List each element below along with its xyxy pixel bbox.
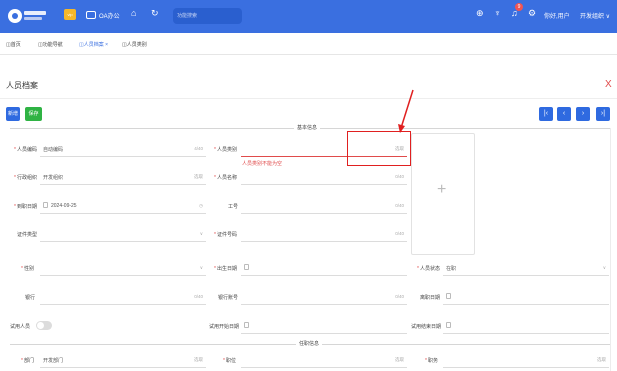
label-admin-org: *行政组织	[14, 175, 37, 181]
monitor-icon[interactable]	[86, 11, 96, 19]
refresh-icon[interactable]: ↻	[151, 8, 159, 19]
post-field[interactable]: 选取	[443, 352, 609, 368]
entry-date-field[interactable]: 2024-09-25 ◷	[40, 198, 206, 214]
label-person-code: *人员编码	[14, 147, 37, 153]
leave-date-field[interactable]	[443, 289, 609, 305]
highlight-box	[347, 131, 411, 166]
photo-upload-box[interactable]: +	[411, 133, 475, 255]
department-field[interactable]: 开发部门 选取	[40, 352, 206, 368]
app-logo-icon[interactable]	[8, 9, 22, 23]
org-switcher[interactable]: 开发组织 ∨	[580, 11, 610, 20]
annotation-arrow-icon	[398, 89, 414, 133]
save-button[interactable]: 保存	[25, 107, 42, 121]
top-navigation-bar: vip OA办公 ⌂ ↻ 功能搜索 ⊕ ♆ ♫ 9 ⚙ 你好,用户 开发组织 ∨	[0, 0, 617, 33]
label-probation: 试用人员	[10, 324, 31, 330]
first-record-button[interactable]: |‹	[539, 107, 553, 121]
label-probation-start: 试用开始日期	[209, 324, 240, 330]
label-id-type: 证件类型	[17, 232, 38, 238]
person-code-field[interactable]: 自动编码 4/40	[40, 141, 206, 157]
page-tabs-bar: ◫首页 ◫功能导航 ◫人员档案 × ◫人员类别	[0, 33, 617, 55]
vip-badge[interactable]: vip	[64, 9, 76, 20]
calendar-icon	[43, 202, 48, 208]
close-page-button[interactable]: X	[605, 79, 612, 90]
label-post: *职务	[425, 358, 438, 364]
gender-select[interactable]: ∨	[40, 260, 206, 276]
label-id-number: *证件号码	[214, 232, 237, 238]
admin-org-field[interactable]: 开发组织 选取	[40, 169, 206, 185]
label-birth-date: *出生日期	[214, 266, 237, 272]
birth-date-field[interactable]	[241, 260, 407, 276]
calendar-icon	[446, 293, 451, 299]
label-position: *职位	[223, 358, 236, 364]
bank-field[interactable]: 0/40	[40, 289, 206, 305]
label-department: *部门	[21, 358, 34, 364]
tab-personnel-files[interactable]: ◫人员档案 ×	[79, 41, 108, 48]
user-greeting[interactable]: 你好,用户	[544, 11, 570, 20]
app-logo-wordmark	[24, 11, 46, 15]
oa-office-link[interactable]: OA办公	[99, 11, 120, 20]
label-probation-end: 试用结束日期	[411, 324, 442, 330]
next-record-button[interactable]: ›	[576, 107, 590, 121]
label-bank-account: 银行账号	[218, 295, 239, 301]
calendar-icon	[244, 264, 249, 270]
add-circle-icon[interactable]: ⊕	[476, 8, 484, 19]
tab-personnel-category[interactable]: ◫人员类别	[122, 41, 147, 48]
probation-start-field[interactable]	[241, 318, 407, 334]
id-number-field[interactable]: 0/40	[241, 226, 407, 242]
tab-function-nav[interactable]: ◫功能导航	[38, 41, 63, 48]
label-bank: 银行	[25, 295, 36, 301]
function-search-input[interactable]: 功能搜索	[173, 8, 242, 24]
tab-home[interactable]: ◫首页	[6, 41, 21, 48]
label-person-category: *人员类别	[214, 147, 237, 153]
job-info-section-title: 任职信息	[296, 340, 323, 347]
new-button[interactable]: 新增	[6, 107, 20, 121]
notification-count-badge: 9	[515, 3, 523, 11]
position-field[interactable]: 选取	[241, 352, 407, 368]
person-status-select[interactable]: 在职 ∨	[443, 260, 609, 276]
app-logo-tagline	[24, 17, 42, 20]
probation-end-field[interactable]	[443, 318, 609, 334]
header-divider	[0, 98, 617, 99]
probation-toggle[interactable]	[36, 321, 52, 330]
search-placeholder: 功能搜索	[177, 13, 198, 19]
label-entry-date: *到职日期	[14, 204, 37, 210]
prev-record-button[interactable]: ‹	[557, 107, 571, 121]
home-icon[interactable]: ⌂	[131, 8, 136, 18]
id-type-select[interactable]: ∨	[40, 226, 206, 242]
label-leave-date: 离职日期	[420, 295, 441, 301]
chevron-down-icon: ∨	[199, 231, 203, 236]
person-name-field[interactable]: 0/40	[241, 169, 407, 185]
chevron-down-icon: ∨	[199, 265, 203, 270]
person-category-error: 人员类别不能为空	[242, 161, 283, 167]
calendar-icon	[244, 322, 249, 328]
settings-gear-icon[interactable]: ⚙	[528, 8, 536, 19]
chevron-down-icon: ∨	[602, 265, 606, 270]
label-gender: *性别	[21, 266, 34, 272]
right-border	[610, 128, 611, 371]
bank-account-field[interactable]: 0/40	[241, 289, 407, 305]
label-person-name: *人员名称	[214, 175, 237, 181]
last-record-button[interactable]: ›|	[596, 107, 610, 121]
label-job-number: 工号	[228, 204, 239, 210]
basic-info-section-title: 基本信息	[294, 124, 321, 131]
calendar-icon	[446, 322, 451, 328]
page-title: 人员档案	[6, 81, 38, 90]
add-photo-icon: +	[437, 181, 447, 198]
label-person-status: *人员状态	[417, 266, 440, 272]
job-number-field[interactable]: 0/40	[241, 198, 407, 214]
shirt-icon[interactable]: ♆	[494, 8, 501, 18]
